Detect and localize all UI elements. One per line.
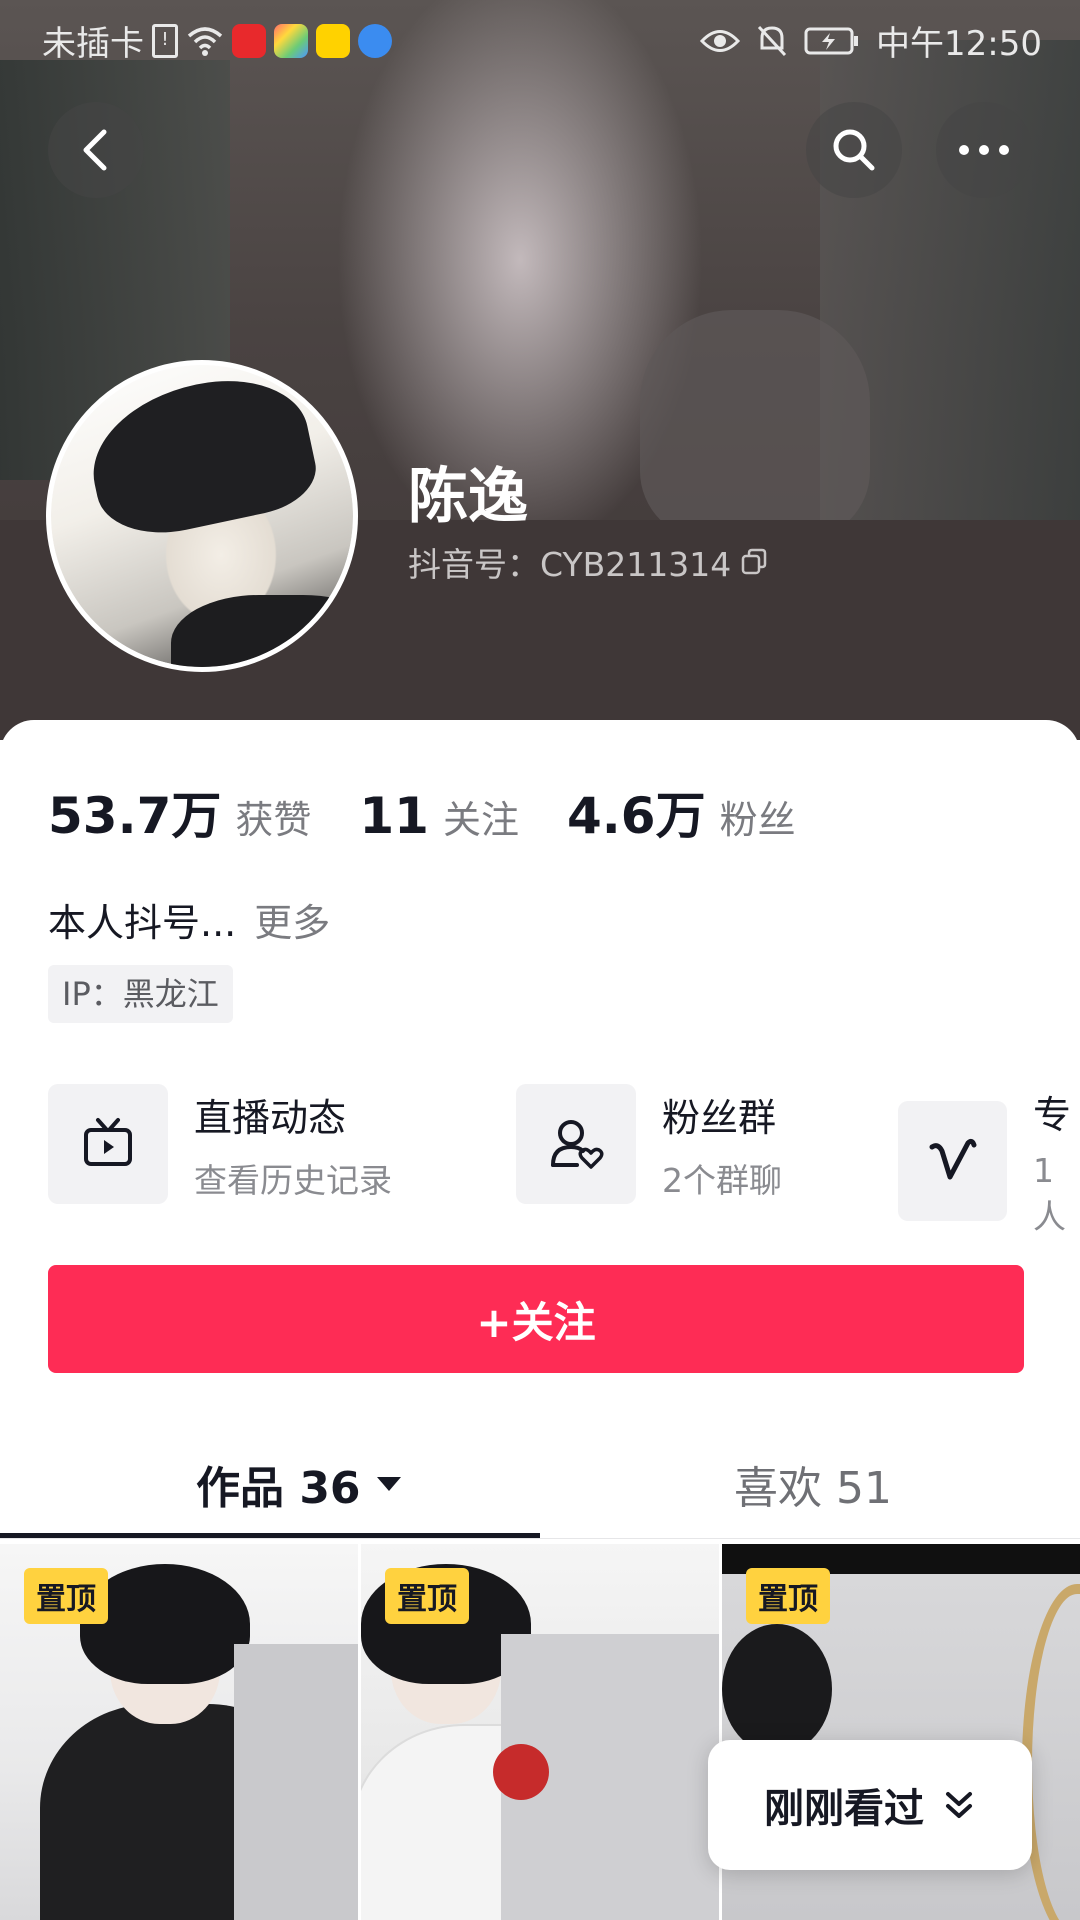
copy-icon[interactable]	[739, 547, 769, 577]
profile-stats: 53.7万 获赞 11 关注 4.6万 粉丝	[48, 776, 844, 848]
followers-label[interactable]: 粉丝	[720, 789, 796, 844]
video-thumbnail-2[interactable]: 置顶	[361, 1544, 719, 1920]
special-title: 专	[1032, 1093, 1071, 1137]
clock-text: 中午12:50	[876, 24, 1042, 64]
account-id[interactable]: 抖音号：CYB211314	[408, 538, 769, 586]
recently-viewed-label: 刚刚看过	[764, 1786, 924, 1832]
bio-text: 本人抖号...	[48, 901, 237, 945]
chevron-left-icon	[83, 129, 107, 171]
fan-group-subtitle: 2个群聊	[662, 1160, 782, 1200]
recently-viewed-button[interactable]: 刚刚看过	[708, 1740, 1032, 1870]
bio: 本人抖号... 更多	[48, 892, 330, 947]
tab-likes[interactable]: 喜欢 51	[734, 1452, 892, 1516]
search-button[interactable]	[806, 102, 902, 198]
more-button[interactable]	[936, 102, 1032, 198]
browser-app-icon	[358, 23, 392, 58]
status-bar: 未插卡 ! 中午12:50	[0, 0, 1080, 74]
followers-count[interactable]: 4.6万	[567, 776, 706, 848]
pinned-badge: 置顶	[24, 1568, 108, 1624]
user-heart-icon	[551, 1120, 604, 1169]
fan-group-shortcut[interactable]: 粉丝群 2个群聊	[516, 1084, 782, 1204]
live-history-title: 直播动态	[194, 1095, 347, 1140]
account-id-text: 抖音号：CYB211314	[408, 545, 732, 584]
back-button[interactable]	[48, 102, 144, 198]
mute-bell-icon	[757, 25, 787, 56]
qimao-app-icon	[316, 23, 350, 58]
following-label[interactable]: 关注	[443, 789, 519, 844]
more-dots-icon	[959, 145, 1009, 155]
carrier-text: 未插卡	[42, 24, 144, 64]
follow-button[interactable]: +关注	[48, 1265, 1024, 1373]
live-history-subtitle: 查看历史记录	[194, 1160, 392, 1200]
netease-music-app-icon	[232, 23, 266, 58]
following-count[interactable]: 11	[359, 787, 429, 845]
tab-works[interactable]: 作品 36	[196, 1452, 403, 1516]
special-subtitle: 1人	[1032, 1151, 1066, 1236]
likes-label: 获赞	[235, 798, 312, 842]
search-icon	[833, 129, 875, 171]
sim-icon: !	[152, 23, 178, 58]
tv-play-icon	[84, 1118, 132, 1166]
video-thumbnail-1[interactable]: 置顶	[0, 1544, 358, 1920]
profile-name: 陈逸	[408, 462, 528, 532]
live-history-shortcut[interactable]: 直播动态 查看历史记录	[48, 1084, 392, 1204]
battery-charging-icon	[804, 27, 859, 54]
tab-divider	[0, 1538, 1080, 1539]
pinned-badge: 置顶	[746, 1568, 830, 1624]
caret-down-icon	[376, 1477, 401, 1491]
fan-group-title: 粉丝群	[662, 1095, 777, 1140]
paint-app-icon	[274, 23, 308, 58]
avatar[interactable]	[46, 360, 358, 672]
bio-more-link[interactable]: 更多	[254, 901, 330, 945]
v-icon	[929, 1138, 977, 1180]
tab-works-label: 作品 36	[196, 1463, 361, 1514]
likes-count: 53.7万	[48, 787, 222, 845]
pinned-badge: 置顶	[385, 1568, 469, 1624]
wifi-icon	[187, 26, 223, 56]
ip-location-tag: IP：黑龙江	[48, 965, 233, 1023]
double-chevron-down-icon	[946, 1792, 972, 1818]
eye-icon	[700, 29, 741, 52]
special-shortcut[interactable]: 专 1人	[898, 1084, 1080, 1238]
